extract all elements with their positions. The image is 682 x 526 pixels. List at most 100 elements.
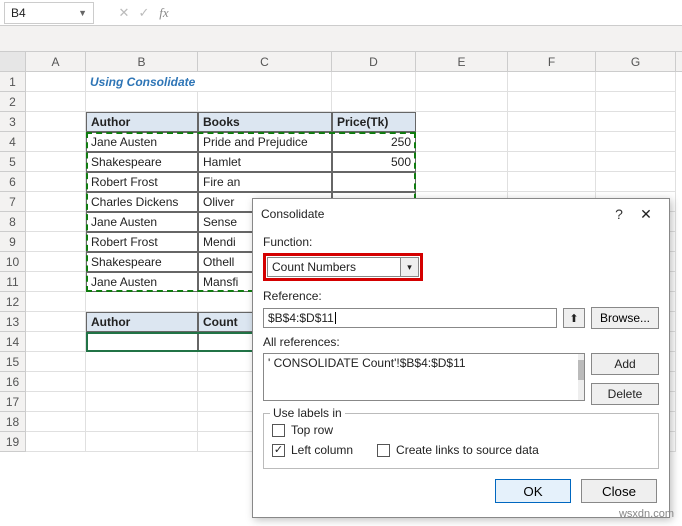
cell[interactable] xyxy=(26,232,86,252)
create-links-checkbox[interactable]: Create links to source data xyxy=(377,443,539,457)
cell[interactable] xyxy=(26,172,86,192)
cell[interactable] xyxy=(332,92,416,112)
cell[interactable] xyxy=(596,152,676,172)
cell[interactable] xyxy=(508,92,596,112)
cell[interactable] xyxy=(26,332,86,352)
cell[interactable] xyxy=(26,372,86,392)
row-header[interactable]: 4 xyxy=(0,132,26,152)
row-header[interactable]: 2 xyxy=(0,92,26,112)
cell[interactable] xyxy=(26,352,86,372)
row-header[interactable]: 12 xyxy=(0,292,26,312)
col-header[interactable]: D xyxy=(332,52,416,71)
row-header[interactable]: 19 xyxy=(0,432,26,452)
cell[interactable] xyxy=(198,72,332,92)
table-cell[interactable]: Pride and Prejudice xyxy=(198,132,332,152)
cell[interactable] xyxy=(26,132,86,152)
delete-button[interactable]: Delete xyxy=(591,383,659,405)
col-header[interactable]: C xyxy=(198,52,332,71)
cell[interactable] xyxy=(416,112,508,132)
table-header[interactable]: Books xyxy=(198,112,332,132)
cell[interactable] xyxy=(86,352,198,372)
check-icon[interactable]: ✓ xyxy=(134,5,154,21)
cell[interactable] xyxy=(26,252,86,272)
row-header[interactable]: 16 xyxy=(0,372,26,392)
row-header[interactable]: 5 xyxy=(0,152,26,172)
table-cell[interactable] xyxy=(332,172,416,192)
cell[interactable] xyxy=(508,152,596,172)
row-header[interactable]: 13 xyxy=(0,312,26,332)
table-cell[interactable]: Shakespeare xyxy=(86,152,198,172)
row-header[interactable]: 8 xyxy=(0,212,26,232)
row-header[interactable]: 11 xyxy=(0,272,26,292)
cell[interactable] xyxy=(596,72,676,92)
table-cell[interactable] xyxy=(86,332,198,352)
table-cell[interactable]: 250 xyxy=(332,132,416,152)
cell[interactable] xyxy=(416,92,508,112)
cell[interactable] xyxy=(332,72,416,92)
chevron-down-icon[interactable]: ▾ xyxy=(400,258,418,276)
row-header[interactable]: 1 xyxy=(0,72,26,92)
table-cell[interactable]: Jane Austen xyxy=(86,272,198,292)
cell[interactable] xyxy=(26,432,86,452)
cell[interactable] xyxy=(26,312,86,332)
row-header[interactable]: 7 xyxy=(0,192,26,212)
cell[interactable] xyxy=(416,172,508,192)
cell[interactable] xyxy=(596,112,676,132)
col-header[interactable]: F xyxy=(508,52,596,71)
row-header[interactable]: 3 xyxy=(0,112,26,132)
fx-icon[interactable]: fx xyxy=(154,5,174,21)
cell[interactable] xyxy=(198,92,332,112)
cell[interactable] xyxy=(26,112,86,132)
cell[interactable] xyxy=(508,172,596,192)
reference-input[interactable]: $B$4:$D$11 xyxy=(263,308,557,328)
row-header[interactable]: 17 xyxy=(0,392,26,412)
cell[interactable] xyxy=(508,132,596,152)
table-header[interactable]: Author xyxy=(86,112,198,132)
row-header[interactable]: 14 xyxy=(0,332,26,352)
col-header[interactable]: G xyxy=(596,52,676,71)
browse-button[interactable]: Browse... xyxy=(591,307,659,329)
cell[interactable] xyxy=(26,92,86,112)
col-header[interactable]: B xyxy=(86,52,198,71)
select-all-corner[interactable] xyxy=(0,52,26,71)
title-cell[interactable]: Using Consolidate Option xyxy=(86,72,198,92)
table-cell[interactable]: Robert Frost xyxy=(86,232,198,252)
list-item[interactable]: ' CONSOLIDATE Count'!$B$4:$D$11 xyxy=(268,356,580,370)
collapse-dialog-icon[interactable]: ⬆ xyxy=(563,308,585,328)
col-header[interactable]: A xyxy=(26,52,86,71)
table-cell[interactable]: Fire an xyxy=(198,172,332,192)
cell[interactable] xyxy=(86,432,198,452)
scrollbar[interactable] xyxy=(578,354,584,400)
cell[interactable] xyxy=(26,212,86,232)
cell[interactable] xyxy=(86,372,198,392)
table-cell[interactable]: Jane Austen xyxy=(86,132,198,152)
help-icon[interactable]: ? xyxy=(607,206,631,222)
cell[interactable] xyxy=(26,72,86,92)
name-box[interactable]: B4 ▼ xyxy=(4,2,94,24)
cell[interactable] xyxy=(26,292,86,312)
top-row-checkbox[interactable]: Top row xyxy=(272,423,333,437)
close-icon[interactable]: ✕ xyxy=(631,206,661,223)
cell[interactable] xyxy=(416,132,508,152)
col-header[interactable]: E xyxy=(416,52,508,71)
cell[interactable] xyxy=(86,92,198,112)
cell[interactable] xyxy=(596,172,676,192)
table-cell[interactable]: Shakespeare xyxy=(86,252,198,272)
row-header[interactable]: 9 xyxy=(0,232,26,252)
add-button[interactable]: Add xyxy=(591,353,659,375)
cell[interactable] xyxy=(86,292,198,312)
cancel-icon[interactable]: ✕ xyxy=(114,5,134,21)
cell[interactable] xyxy=(508,112,596,132)
row-header[interactable]: 18 xyxy=(0,412,26,432)
cell[interactable] xyxy=(596,92,676,112)
cell[interactable] xyxy=(416,72,508,92)
cell[interactable] xyxy=(26,412,86,432)
left-column-checkbox[interactable]: ✓ Left column xyxy=(272,443,353,457)
chevron-down-icon[interactable]: ▼ xyxy=(78,8,87,18)
table-cell[interactable]: Hamlet xyxy=(198,152,332,172)
cell[interactable] xyxy=(26,152,86,172)
ok-button[interactable]: OK xyxy=(495,479,571,503)
cell[interactable] xyxy=(596,132,676,152)
row-header[interactable]: 15 xyxy=(0,352,26,372)
table-header[interactable]: Author xyxy=(86,312,198,332)
